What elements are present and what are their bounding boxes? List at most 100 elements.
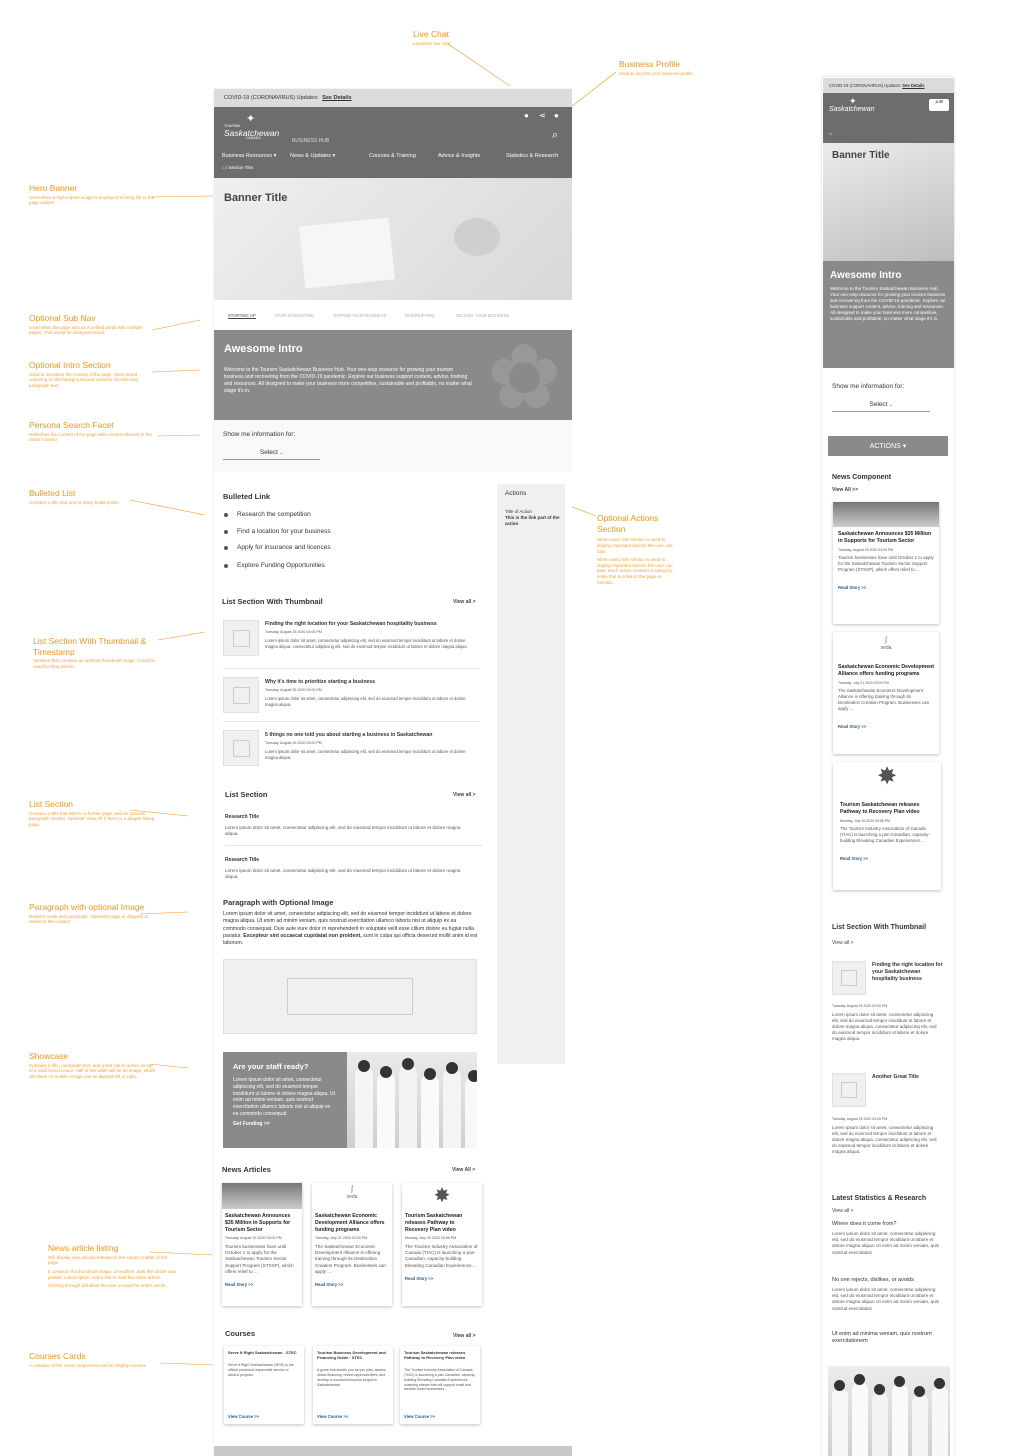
search-icon[interactable]: ⌕ — [552, 129, 558, 142]
persona-select[interactable]: Select ⌄ — [832, 401, 930, 412]
user-icon[interactable]: ● — [554, 111, 559, 120]
list-item[interactable]: Research Title Lorem ipsum dolor sit amet… — [225, 814, 475, 837]
course-card[interactable]: Tourism Business Development and Financi… — [313, 1346, 393, 1424]
course-card[interactable]: Tourism Saskatchewan releases Pathway to… — [400, 1346, 480, 1424]
home-icon[interactable]: ⌂ — [829, 131, 832, 137]
bullet-item[interactable]: Apply for insurance and licences — [224, 544, 331, 551]
business-hub-label: BUSINESS HUB — [292, 138, 330, 144]
footer-strip — [214, 1446, 572, 1456]
view-all-link[interactable]: View all > — [832, 1208, 853, 1214]
list-thumb-title: List Section With Thumbnail — [222, 597, 323, 606]
bulleted-title: Bulleted Link — [223, 492, 271, 501]
list-thumb-title: List Section With Thumbnail — [832, 924, 927, 931]
search-icon[interactable]: ⌕≡ — [929, 99, 949, 111]
subnav-item[interactable]: DIVERSIFYING — [405, 313, 435, 318]
home-icon[interactable]: ⌂ — [222, 165, 225, 170]
leaf-logo-icon: ✸ — [876, 763, 898, 790]
view-all-link[interactable]: View all > — [453, 1333, 476, 1339]
covid-link[interactable]: See Details — [902, 83, 924, 88]
subnav-item[interactable]: SELLING YOUR BUSINESS — [456, 313, 509, 318]
leaf-logo-icon: ✸ — [433, 1185, 451, 1207]
annotation-showcase: Showcase Contains a title, paragraph text… — [29, 1051, 156, 1079]
bullet-item[interactable]: Explore Funding Opportunities — [224, 562, 325, 569]
hero-coffee — [454, 218, 500, 256]
hero-notebook — [299, 217, 395, 289]
subnav-item[interactable]: STARTING UP — [228, 313, 256, 319]
list-item: Tuesday, August 25 2020 03:00 PM Lorem ip… — [832, 1004, 937, 1041]
show-me-label: Show me information for: — [832, 383, 905, 390]
news-image — [222, 1183, 302, 1209]
action-item[interactable]: Title of Action This is the link part of … — [505, 509, 563, 527]
mobile-covid-bar: COVID-19 (CORONAVIRUS) Updates: See Deta… — [823, 78, 954, 93]
covid-link[interactable]: See Details — [322, 95, 351, 101]
logo[interactable]: ✦ TOURISM Saskatchewan CANADA — [224, 114, 279, 141]
view-all-link[interactable]: View all > — [453, 792, 476, 798]
divider — [223, 668, 480, 669]
nav-courses[interactable]: Courses & Training — [369, 153, 416, 159]
annotation-bulleted: Bulleted List Contains a title and one to… — [29, 488, 119, 505]
chat-icon[interactable]: ● — [524, 111, 529, 120]
courses-title: Courses — [225, 1329, 256, 1338]
share-icon[interactable]: ⋖ — [539, 111, 546, 120]
image-placeholder-icon — [832, 961, 866, 995]
annotation-list-section: List Section Contains a title that links … — [29, 799, 155, 827]
divider — [223, 721, 480, 722]
list-item[interactable]: 5 things no one told you about starting … — [265, 732, 477, 760]
view-all-link[interactable]: View All >> — [832, 487, 858, 493]
paragraph-title: Paragraph with Optional Image — [223, 898, 334, 907]
actions-title: Actions — [505, 490, 527, 497]
subnav-item[interactable]: STOP STAGNATING — [275, 313, 314, 318]
list-item[interactable]: Why it's time to prioritize starting a b… — [265, 679, 477, 707]
logo[interactable]: ✦ Saskatchewan — [829, 96, 875, 114]
show-me-label: Show me information for: — [223, 431, 296, 438]
news-card[interactable]: ✸ Tourism Saskatchewan releases Pathway … — [402, 1183, 482, 1306]
annotation-sub-nav: Optional Sub Nav Used when the page acts … — [29, 313, 143, 336]
news-card[interactable]: Saskatchewan Announces $35 Million in Su… — [833, 502, 939, 624]
star-logo-icon: ✦ — [849, 96, 857, 106]
list-item-title[interactable]: Finding the right location for your Sask… — [872, 962, 944, 982]
banner-title: Banner Title — [832, 150, 890, 161]
view-all-link[interactable]: View all > — [832, 940, 853, 946]
get-funding-link[interactable]: Get Funding >> — [233, 1121, 337, 1127]
staff-photo — [828, 1366, 950, 1456]
stats-item[interactable]: Where does it come from? Lorem ipsum dolo… — [832, 1221, 940, 1256]
bullet-item[interactable]: Research the competition — [224, 511, 311, 518]
persona-facet: Show me information for: Select ⌄ — [214, 420, 572, 472]
actions-button[interactable]: ACTIONS ▾ — [828, 436, 948, 456]
news-card[interactable]: ʃ seda Saskatchewan Economic Development … — [312, 1183, 392, 1306]
intro-text: Welcome to the Tourism Saskatchewan Busi… — [224, 367, 472, 394]
image-placeholder-icon — [832, 1073, 866, 1107]
subnav-item[interactable]: EXPAND YOUR BUSINESS — [334, 313, 386, 318]
nav-advice[interactable]: Advice & Insights — [438, 153, 480, 159]
news-card[interactable]: Saskatchewan Announces $35 Million in Su… — [222, 1183, 302, 1306]
persona-select[interactable]: Select ⌄ — [223, 449, 320, 460]
view-all-link[interactable]: View All > — [452, 1167, 475, 1173]
image-placeholder-icon — [223, 620, 259, 656]
image-placeholder-icon — [223, 959, 477, 1034]
paragraph-text: Lorem ipsum dolor sit amet, consectetur … — [223, 911, 478, 947]
bullet-item[interactable]: Find a location for your business — [224, 528, 331, 535]
news-card[interactable]: ✸ Tourism Saskatchewan releases Pathway t… — [833, 762, 941, 890]
nav-news-updates[interactable]: News & Updates ▾ — [290, 153, 335, 159]
list-item[interactable]: Finding the right location for your Sask… — [265, 621, 477, 649]
course-card[interactable]: Serve It Right Saskatchewan - STEC Serve … — [224, 1346, 304, 1424]
annotation-persona: Persona Search Facet Refreshes the conten… — [29, 420, 152, 443]
view-all-link[interactable]: View all > — [453, 599, 476, 605]
nav-statistics[interactable]: Statistics & Research — [506, 153, 558, 159]
mobile-intro: Awesome Intro Welcome to the Tourism Sas… — [823, 261, 954, 368]
list-section-title: List Section — [225, 790, 268, 799]
stats-item[interactable]: No one rejects, dislikes, or avoids Lorem… — [832, 1277, 940, 1312]
annotation-news: News article listing Will display new art… — [48, 1243, 176, 1289]
chevron-down-icon: ⌄ — [279, 450, 284, 455]
nav-business-resources[interactable]: Business Resources ▾ — [222, 153, 276, 159]
news-card[interactable]: ʃ seda Saskatchewan Economic Development A… — [833, 632, 939, 754]
covid-bar: COVID-19 (CORONAVIRUS) Updates: See Deta… — [214, 89, 572, 107]
list-item-title[interactable]: Another Great Title — [872, 1074, 944, 1080]
stats-item[interactable]: Ut enim ad minima veniam, quis nostrum e… — [832, 1331, 932, 1345]
site-header: ✦ TOURISM Saskatchewan CANADA BUSINESS H… — [214, 107, 572, 178]
list-item[interactable]: Research Title Lorem ipsum dolor sit amet… — [225, 857, 475, 880]
sub-nav: STARTING UP STOP STAGNATING EXPAND YOUR … — [214, 300, 572, 330]
staff-photo — [347, 1052, 477, 1148]
news-image — [833, 502, 939, 527]
mobile-header: ✦ Saskatchewan ⌕≡ ⌂ — [823, 93, 954, 143]
